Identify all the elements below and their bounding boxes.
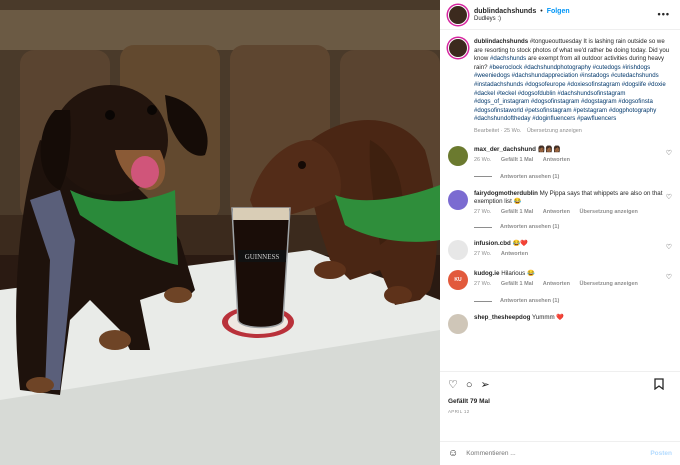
smiley-icon[interactable]: ☺ bbox=[448, 448, 458, 459]
commenter-avatar[interactable]: KU bbox=[448, 270, 468, 291]
post-location[interactable]: Dudleys :) bbox=[474, 16, 570, 22]
add-comment-bar: ☺ Posten bbox=[440, 441, 680, 465]
caption-username[interactable]: dublindachshunds bbox=[474, 38, 528, 45]
comment-input[interactable] bbox=[466, 450, 651, 457]
header-separator: • bbox=[540, 7, 543, 15]
commenter-avatar[interactable] bbox=[448, 189, 468, 210]
comment-likes[interactable]: Gefällt 1 Mal bbox=[501, 157, 533, 163]
caption-meta: Bearbeitet · 25 Wo. Übersetzung anzeigen bbox=[474, 127, 670, 136]
comment-username[interactable]: shep_thesheepdog bbox=[474, 314, 530, 321]
comment-likes[interactable]: Gefällt 1 Mal bbox=[501, 281, 533, 287]
comment-text: Yummm ❤️ bbox=[532, 314, 565, 322]
view-replies-label[interactable]: Antworten ansehen (1) bbox=[500, 174, 559, 180]
comment-age: 27 Wo. bbox=[474, 208, 492, 215]
paper-plane-icon[interactable]: ➢ bbox=[481, 378, 490, 391]
post-image[interactable]: GUINNESS bbox=[0, 0, 440, 465]
comment-username[interactable]: kudog.ie bbox=[474, 270, 499, 277]
heart-outline-icon[interactable]: ♡ bbox=[666, 243, 672, 251]
author-username[interactable]: dublindachshunds bbox=[474, 8, 536, 15]
caption-body: dublindachshunds #tongueouttuesday It is… bbox=[474, 38, 670, 136]
comment-translate-link[interactable]: Übersetzung anzeigen bbox=[580, 209, 638, 215]
comment-text: 😂❤️ bbox=[512, 240, 528, 248]
comment-text: 👩🏾👩🏾👩🏾 bbox=[537, 145, 561, 153]
comment-bubble-icon[interactable]: ○ bbox=[466, 379, 473, 391]
view-replies-label[interactable]: Antworten ansehen (1) bbox=[500, 224, 559, 230]
view-replies-button[interactable]: Antworten ansehen (1) bbox=[474, 224, 672, 230]
comment-reply-button[interactable]: Antworten bbox=[543, 209, 570, 215]
glass-brand-text: GUINNESS bbox=[245, 253, 280, 261]
heart-outline-icon[interactable]: ♡ bbox=[666, 273, 672, 281]
comment-translate-link[interactable]: Übersetzung anzeigen bbox=[580, 281, 638, 287]
more-dots-icon[interactable]: ••• bbox=[658, 9, 670, 19]
post-side-panel: dublindachshunds • Folgen Dudleys :) •••… bbox=[440, 0, 680, 465]
post-header: dublindachshunds • Folgen Dudleys :) ••• bbox=[440, 0, 680, 30]
view-replies-button[interactable]: Antworten ansehen (1) bbox=[474, 174, 672, 180]
post-actions: ♡ ○ ➢ Gefällt 79 Mal APRIL 12 bbox=[440, 371, 680, 441]
comment-item: fairydogmotherdublin My Pippa says that … bbox=[448, 189, 672, 217]
comment-likes[interactable]: Gefällt 1 Mal bbox=[501, 209, 533, 215]
comment-text: Hilarious 😂 bbox=[501, 270, 535, 278]
heart-outline-icon[interactable]: ♡ bbox=[666, 149, 672, 157]
view-replies-label[interactable]: Antworten ansehen (1) bbox=[500, 298, 559, 304]
comment-username[interactable]: infusion.cbd bbox=[474, 240, 511, 247]
comment-item: shep_thesheepdog Yummm ❤️ bbox=[448, 314, 672, 335]
comment-item: max_der_dachshund 👩🏾👩🏾👩🏾 26 Wo. Gefällt … bbox=[448, 145, 672, 166]
caption-hashtag-dachshunds[interactable]: #dachshunds bbox=[490, 55, 526, 62]
comment-username[interactable]: fairydogmotherdublin bbox=[474, 190, 538, 197]
comment-item: KU kudog.ie Hilarious 😂 27 Wo. Gefällt 1… bbox=[448, 270, 672, 291]
comment-username[interactable]: max_der_dachshund bbox=[474, 146, 536, 153]
comment-age: 27 Wo. bbox=[474, 281, 492, 288]
comments-scroll-area[interactable]: dublindachshunds #tongueouttuesday It is… bbox=[440, 30, 680, 371]
follow-button[interactable]: Folgen bbox=[547, 8, 570, 15]
photo-dachshunds-guinness: GUINNESS bbox=[0, 0, 440, 465]
heart-outline-icon[interactable]: ♡ bbox=[448, 378, 458, 391]
comment-reply-button[interactable]: Antworten bbox=[543, 281, 570, 287]
bookmark-icon[interactable] bbox=[654, 378, 664, 393]
post-modal: GUINNESS dublindachshunds • Folgen Dudle… bbox=[0, 0, 680, 465]
commenter-avatar[interactable] bbox=[448, 314, 468, 335]
commenter-avatar[interactable] bbox=[448, 240, 468, 261]
post-comment-button[interactable]: Posten bbox=[650, 450, 672, 457]
likes-count[interactable]: Gefällt 79 Mal bbox=[448, 398, 672, 405]
caption-avatar[interactable] bbox=[448, 38, 468, 58]
caption-hashtags[interactable]: #beeroclock #dachshundphotography #cuted… bbox=[474, 64, 666, 123]
comment-age: 27 Wo. bbox=[474, 251, 492, 258]
avatar-badge-text: KU bbox=[454, 277, 462, 284]
caption-translate-link[interactable]: Übersetzung anzeigen bbox=[527, 128, 582, 134]
comment-reply-button[interactable]: Antworten bbox=[501, 251, 528, 257]
caption-edited-age: Bearbeitet · 25 Wo. bbox=[474, 127, 522, 134]
author-avatar[interactable] bbox=[448, 4, 468, 25]
heart-outline-icon[interactable]: ♡ bbox=[666, 193, 672, 201]
view-replies-button[interactable]: Antworten ansehen (1) bbox=[474, 298, 672, 304]
comment-item: infusion.cbd 😂❤️ 27 Wo. Antworten ♡ bbox=[448, 240, 672, 261]
caption: dublindachshunds #tongueouttuesday It is… bbox=[448, 38, 672, 136]
post-date: APRIL 12 bbox=[448, 409, 470, 414]
comment-age: 26 Wo. bbox=[474, 156, 492, 163]
commenter-avatar[interactable] bbox=[448, 145, 468, 166]
comment-reply-button[interactable]: Antworten bbox=[543, 157, 570, 163]
